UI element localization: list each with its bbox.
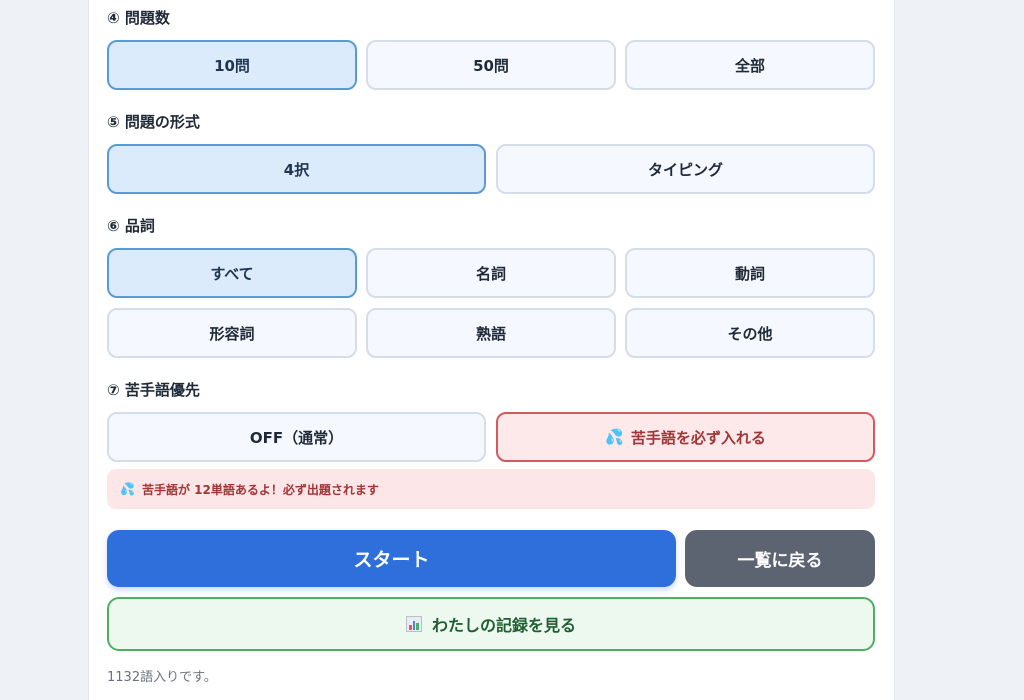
bar-chart-icon <box>405 616 422 632</box>
pos-option-adjective[interactable]: 形容詞 <box>107 308 357 358</box>
section-title-count: ④ 問題数 <box>107 9 170 27</box>
view-records-label: わたしの記録を見る <box>431 616 576 635</box>
pos-option-noun[interactable]: 名詞 <box>366 248 616 298</box>
pos-option-other[interactable]: その他 <box>625 308 875 358</box>
back-to-list-button[interactable]: 一覧に戻る <box>685 530 875 587</box>
count-option-10[interactable]: 10問 <box>107 40 357 90</box>
section-title-pos: ⑥ 品詞 <box>107 217 155 235</box>
sweat-drops-icon: 💦 <box>120 482 135 496</box>
pos-option-verb[interactable]: 動詞 <box>625 248 875 298</box>
word-count-text: 1132語入りです。 <box>107 670 217 685</box>
sweat-drops-icon: 💦 <box>605 428 624 446</box>
weak-option-on[interactable]: 💦 苦手語を必ず入れる <box>496 412 875 462</box>
format-option-choice[interactable]: 4択 <box>107 144 486 194</box>
section-title-format: ⑤ 問題の形式 <box>107 113 200 131</box>
count-option-all[interactable]: 全部 <box>625 40 875 90</box>
pos-option-all[interactable]: すべて <box>107 248 357 298</box>
count-option-50[interactable]: 50問 <box>366 40 616 90</box>
start-button[interactable]: スタート <box>107 530 676 587</box>
format-option-typing[interactable]: タイピング <box>496 144 875 194</box>
pos-option-idiom[interactable]: 熟語 <box>366 308 616 358</box>
weak-option-off[interactable]: OFF（通常） <box>107 412 486 462</box>
weak-words-notice: 💦 苦手語が 12単語あるよ！必ず出題されます <box>107 469 875 509</box>
weak-words-notice-text: 苦手語が 12単語あるよ！必ず出題されます <box>141 482 379 497</box>
section-title-weak: ⑦ 苦手語優先 <box>107 381 200 399</box>
weak-option-on-label: 苦手語を必ず入れる <box>630 428 766 447</box>
view-records-button[interactable]: わたしの記録を見る <box>107 597 875 651</box>
